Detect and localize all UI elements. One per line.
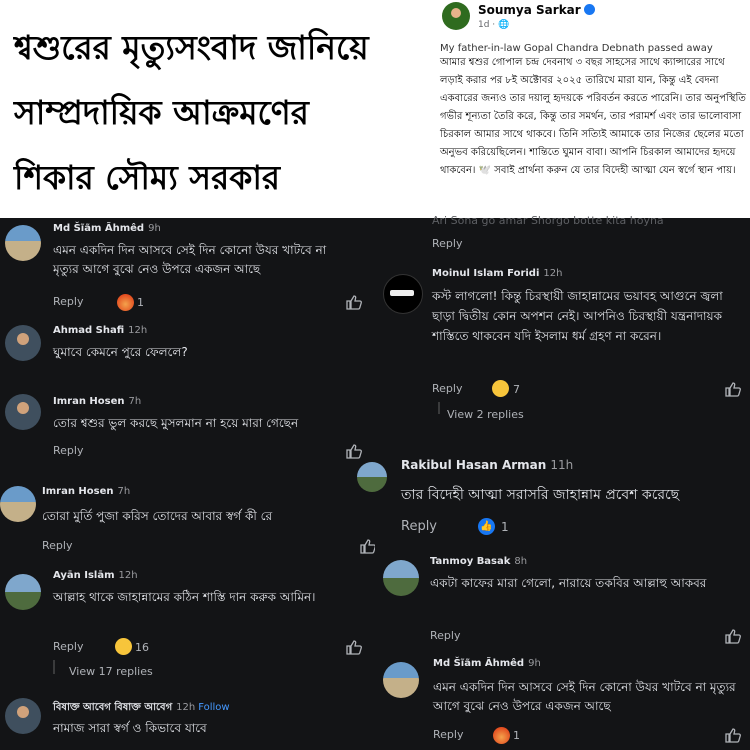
comment-text: এমন একদিন দিন আসবে সেই দিন কোনো উযর খাটব… <box>53 243 327 276</box>
avatar[interactable] <box>383 274 423 314</box>
comment-author[interactable]: Moinul Islam Foridi 12h <box>432 268 562 279</box>
angry-reaction-icon[interactable] <box>117 294 134 311</box>
left-comments-column: Md Šĩãm Ãhmêd 9h এমন একদিন দিন আসবে সেই দ… <box>0 218 376 750</box>
comment-text: তোরা মুর্তি পুজা করিস তোদের আবার স্বর্গ … <box>42 509 273 523</box>
reaction-count: 1 <box>137 296 144 309</box>
reply-button[interactable]: Reply <box>432 237 462 250</box>
comment-text: এমন একদিন দিন আসবে সেই দিন কোনো উযর খাটব… <box>433 680 736 713</box>
reply-button[interactable]: Reply <box>53 444 83 457</box>
comment-author[interactable]: Imran Hosen 7h <box>42 486 130 497</box>
reply-button[interactable]: Reply <box>401 519 437 534</box>
comment-text: আল্লাহ থাকে জাহান্নামের কঠিন শাস্তি দান … <box>53 590 316 604</box>
right-comments-column: Ari Sona go amar Shorgo botte kita hoyna… <box>357 214 750 750</box>
comment-item: Rakibul Hasan Arman 11h তার বিদেহী আত্মা … <box>357 454 750 540</box>
comment-text: নামাজ সারা স্বর্গ ও কিভাবে যাবে <box>53 721 207 735</box>
comment-item: Imran Hosen 7h তোরা মুর্তি পুজা করিস তোদে… <box>0 486 376 556</box>
comment-author[interactable]: Md Šĩãm Ãhmêd 9h <box>433 658 541 669</box>
like-outline-icon[interactable] <box>725 728 741 743</box>
comment-author[interactable]: Md Šĩãm Ãhmêd 9h <box>53 223 161 234</box>
view-replies-link[interactable]: View 2 replies <box>447 408 524 421</box>
like-reaction-icon[interactable]: 👍 <box>478 518 495 535</box>
post-text: আমার শ্বশুর গোপাল চন্দ্র দেবনাথ ৩ বছর সা… <box>440 54 746 180</box>
comment-author[interactable]: বিষাক্ত আবেগ বিষাক্ত আবেগ 12h Follow <box>53 700 230 717</box>
comment-text: ঘুমাবে কেমনে পুরে ফেললে? <box>53 345 188 359</box>
post-english-preview: My father-in-law Gopal Chandra Debnath p… <box>440 43 713 54</box>
comment-author[interactable]: Imran Hosen 7h <box>53 396 141 407</box>
headline-line-1: শ্বশুরের মৃত্যুসংবাদ জানিয়ে <box>14 28 369 67</box>
reaction-count: 1 <box>513 729 520 742</box>
comment-text: তার বিদেহী আত্মা সরাসরি জাহান্নাম প্রবেশ… <box>401 487 680 503</box>
post-author-name[interactable]: Soumya Sarkar <box>478 3 595 17</box>
avatar[interactable] <box>5 698 41 734</box>
comment-item: Md Šĩãm Ãhmêd 9h এমন একদিন দিন আসবে সেই দ… <box>383 658 745 746</box>
like-outline-icon[interactable] <box>346 444 362 459</box>
headline-panel: শ্বশুরের মৃত্যুসংবাদ জানিয়ে সাম্প্রদায়… <box>0 0 420 218</box>
comment-item: Ari Sona go amar Shorgo botte kita hoyna… <box>432 214 742 254</box>
reaction-count: 7 <box>513 383 520 396</box>
verified-badge-icon <box>583 4 595 15</box>
comment-item: Ahmad Shafi 12h ঘুমাবে কেমনে পুরে ফেললে? <box>5 325 370 385</box>
thread-connector <box>53 660 55 674</box>
reply-button[interactable]: Reply <box>53 295 83 308</box>
like-outline-icon[interactable] <box>725 629 741 644</box>
haha-reaction-icon[interactable] <box>115 638 132 655</box>
angry-reaction-icon[interactable] <box>493 727 510 744</box>
like-outline-icon[interactable] <box>725 382 741 397</box>
comment-author[interactable]: Ayān Islām 12h <box>53 570 138 581</box>
reply-button[interactable]: Reply <box>430 629 460 642</box>
reply-button[interactable]: Reply <box>53 640 83 653</box>
comment-text: তোর শ্বশুর ভুল করছে মুসলমান না হয়ে মারা… <box>53 416 299 430</box>
comment-item: বিষাক্ত আবেগ বিষাক্ত আবেগ 12h Follow নামাজ… <box>5 698 370 748</box>
reply-button[interactable]: Reply <box>433 728 463 741</box>
like-outline-icon[interactable] <box>346 295 362 310</box>
reaction-count: 1 <box>501 520 509 534</box>
like-outline-icon[interactable] <box>360 539 376 554</box>
headline-line-2: সাম্প্রদায়িক আক্রমণের <box>14 93 309 132</box>
comment-item: Ayān Islām 12h আল্লাহ থাকে জাহান্নামের কঠ… <box>5 570 370 680</box>
comment-item: Md Šĩãm Ãhmêd 9h এমন একদিন দিন আসবে সেই দ… <box>5 223 370 313</box>
reaction-count: 16 <box>135 641 149 654</box>
avatar[interactable] <box>357 462 387 492</box>
post-author-avatar[interactable] <box>442 2 470 30</box>
post-meta: 1d · 🌐 <box>478 20 510 30</box>
like-outline-icon[interactable] <box>346 640 362 655</box>
comment-text: Ari Sona go amar Shorgo botte kita hoyna <box>432 214 664 227</box>
avatar[interactable] <box>383 662 419 698</box>
comment-item: Moinul Islam Foridi 12h কস্ট লাগলো! কিন্ত… <box>383 268 745 421</box>
avatar[interactable] <box>5 325 41 361</box>
avatar[interactable] <box>5 225 41 261</box>
thread-connector <box>438 402 440 414</box>
reply-button[interactable]: Reply <box>42 539 72 552</box>
comment-item: Tanmoy Basak 8h একটা কাফের মারা গেলো, নার… <box>383 554 745 646</box>
headline-line-3: শিকার সৌম্য সরকার <box>14 158 281 197</box>
comment-item: Imran Hosen 7h তোর শ্বশুর ভুল করছে মুসলমা… <box>5 394 370 464</box>
view-replies-link[interactable]: View 17 replies <box>69 665 153 678</box>
avatar[interactable] <box>383 560 419 596</box>
comment-author[interactable]: Tanmoy Basak 8h <box>430 556 527 567</box>
avatar[interactable] <box>5 574 41 610</box>
comment-author[interactable]: Rakibul Hasan Arman 11h <box>401 458 573 472</box>
reply-button[interactable]: Reply <box>432 382 462 395</box>
comment-author[interactable]: Ahmad Shafi 12h <box>53 325 147 336</box>
avatar[interactable] <box>5 394 41 430</box>
comment-text: কস্ট লাগলো! কিন্তু চিরস্থায়ী জাহান্নামে… <box>432 289 723 343</box>
avatar[interactable] <box>0 486 36 522</box>
follow-button[interactable]: Follow <box>198 702 229 713</box>
comment-text: একটা কাফের মারা গেলো, নারায়ে তকবির আল্ল… <box>430 576 707 590</box>
haha-reaction-icon[interactable] <box>492 380 509 397</box>
post-card: Soumya Sarkar 1d · 🌐 My father-in-law Go… <box>420 0 750 218</box>
